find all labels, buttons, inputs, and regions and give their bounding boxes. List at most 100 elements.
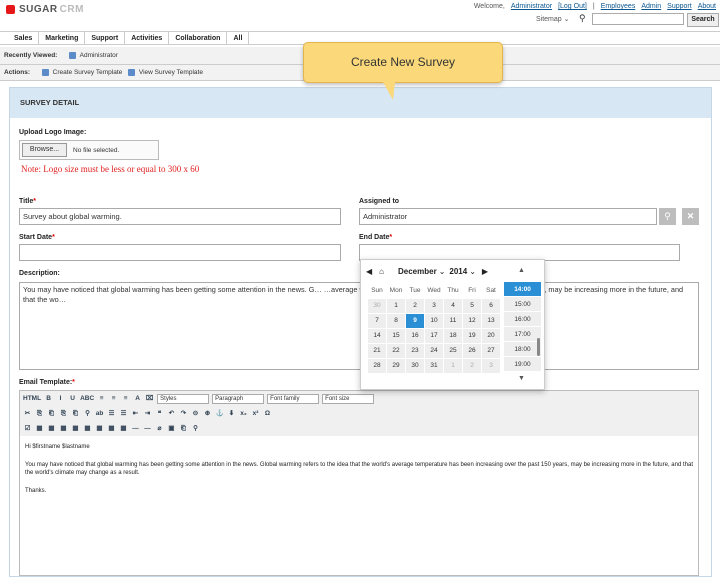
assigned-to-input[interactable]: Administrator [359, 208, 657, 225]
about-link[interactable]: About [698, 3, 716, 10]
insert-row-before-button[interactable]: ▦ [59, 424, 68, 434]
delete-col-button[interactable]: ▦ [119, 424, 128, 434]
visual-aid-button[interactable]: ▣ [167, 424, 176, 434]
calendar-day[interactable]: 30 [405, 357, 425, 374]
year-select[interactable]: 2014 [449, 267, 467, 276]
strikethrough-button[interactable]: ABC [80, 394, 94, 404]
tab-sales[interactable]: Sales [0, 32, 40, 45]
create-survey-template-link[interactable]: Create Survey Template [53, 69, 123, 76]
font-size-select[interactable]: Font size [322, 393, 375, 404]
month-dropdown-icon[interactable]: ⌄ [439, 267, 446, 276]
undo-button[interactable]: ↶ [167, 409, 176, 419]
copy-button[interactable]: ⎘ [35, 409, 44, 419]
special-char-button[interactable]: Ω [263, 409, 272, 419]
time-scroll-up-icon[interactable]: ▲ [518, 267, 525, 274]
recent-item[interactable]: Administrator [80, 52, 118, 59]
align-right-button[interactable]: ≡ [121, 394, 130, 404]
delete-row-button[interactable]: ▦ [83, 424, 92, 434]
insert-row-after-button[interactable]: ▦ [71, 424, 80, 434]
calendar-day[interactable]: 1 [386, 297, 406, 314]
calendar-day[interactable]: 14 [367, 327, 387, 344]
calendar-day[interactable]: 20 [481, 327, 501, 344]
assigned-search-icon[interactable]: ⚲ [659, 208, 676, 225]
view-survey-template-link[interactable]: View Survey Template [139, 69, 203, 76]
calendar-day[interactable]: 25 [443, 342, 463, 359]
time-option[interactable]: 16:00 [504, 312, 541, 327]
browse-button[interactable]: Browse... [22, 143, 67, 157]
time-option[interactable]: 17:00 [504, 327, 541, 342]
calendar-day[interactable]: 27 [481, 342, 501, 359]
insert-col-after-button[interactable]: ▦ [107, 424, 116, 434]
calendar-day[interactable]: 2 [462, 357, 482, 374]
cell-props-button[interactable]: ▦ [47, 424, 56, 434]
tab-support[interactable]: Support [85, 32, 126, 45]
sugarcrm-logo[interactable]: SUGAR CRM [6, 4, 84, 15]
paste-word-button[interactable]: ⎗ [71, 409, 80, 419]
paste-text-button[interactable]: ⎘ [59, 409, 68, 419]
find-button[interactable]: ⚲ [83, 409, 92, 419]
styles-select[interactable]: Styles [157, 393, 210, 404]
start-date-input[interactable] [19, 244, 341, 261]
bold-button[interactable]: B [44, 394, 53, 404]
separator-button[interactable]: — [143, 424, 152, 434]
sitemap-dropdown[interactable]: Sitemap ⌄ [536, 15, 570, 23]
year-dropdown-icon[interactable]: ⌄ [469, 267, 476, 276]
cut-button[interactable]: ✂ [23, 409, 32, 419]
calendar-day[interactable]: 11 [443, 312, 463, 329]
blockquote-button[interactable]: ❝ [155, 409, 164, 419]
admin-link[interactable]: Admin [641, 3, 661, 10]
tab-all[interactable]: All [227, 32, 250, 45]
time-option[interactable]: 19:00 [504, 357, 541, 372]
time-scrollbar[interactable] [537, 338, 540, 356]
title-input[interactable]: Survey about global warming. [19, 208, 341, 225]
font-family-select[interactable]: Font family [267, 393, 320, 404]
image-button[interactable]: ⬇ [227, 409, 236, 419]
global-search-input[interactable] [592, 13, 684, 25]
horizontal-rule-button[interactable]: — [131, 424, 140, 434]
calendar-day[interactable]: 1 [443, 357, 463, 374]
time-scroll-down-icon[interactable]: ▼ [518, 375, 525, 382]
search-button[interactable]: Search [687, 13, 719, 27]
outdent-button[interactable]: ⇤ [131, 409, 140, 419]
calendar-day[interactable]: 7 [367, 312, 387, 329]
calendar-day[interactable]: 4 [443, 297, 463, 314]
unlink-button[interactable]: ⊝ [191, 409, 200, 419]
calendar-day[interactable]: 10 [424, 312, 444, 329]
calendar-day[interactable]: 12 [462, 312, 482, 329]
paste-button[interactable]: ⎗ [47, 409, 56, 419]
calendar-day[interactable]: 18 [443, 327, 463, 344]
user-link[interactable]: Administrator [511, 3, 552, 10]
superscript-button[interactable]: x² [251, 409, 260, 419]
calendar-day[interactable]: 29 [386, 357, 406, 374]
calendar-day[interactable]: 21 [367, 342, 387, 359]
support-link[interactable]: Support [667, 3, 692, 10]
clear-format-button[interactable]: ⌀ [155, 424, 164, 434]
calendar-day[interactable]: 24 [424, 342, 444, 359]
employees-link[interactable]: Employees [601, 3, 636, 10]
anchor-button[interactable]: ⚓ [215, 409, 224, 419]
bullet-list-button[interactable]: ☰ [107, 409, 116, 419]
indent-button[interactable]: ⇥ [143, 409, 152, 419]
month-select[interactable]: December [398, 267, 437, 276]
html-source-button[interactable]: HTML [23, 394, 41, 404]
number-list-button[interactable]: ☰ [119, 409, 128, 419]
calendar-day[interactable]: 23 [405, 342, 425, 359]
prev-month-icon[interactable]: ◀ [366, 267, 372, 276]
redo-button[interactable]: ↷ [179, 409, 188, 419]
calendar-day[interactable]: 13 [481, 312, 501, 329]
logout-link[interactable]: [Log Out] [558, 3, 587, 10]
preview-button[interactable]: ⚲ [191, 424, 200, 434]
next-month-icon[interactable]: ▶ [482, 267, 488, 276]
time-option[interactable]: 15:00 [504, 297, 541, 312]
paragraph-select[interactable]: Paragraph [212, 393, 265, 404]
calendar-day[interactable]: 30 [367, 297, 387, 314]
home-icon[interactable]: ⌂ [379, 267, 384, 276]
highlight-button[interactable]: ⌧ [145, 394, 154, 404]
tab-collaboration[interactable]: Collaboration [169, 32, 228, 45]
fullscreen-button[interactable]: ⎗ [179, 424, 188, 434]
description-textarea[interactable]: You may have noticed that global warming… [19, 282, 699, 370]
calendar-day[interactable]: 19 [462, 327, 482, 344]
align-center-button[interactable]: ≡ [109, 394, 118, 404]
underline-button[interactable]: U [68, 394, 77, 404]
calendar-day[interactable]: 31 [424, 357, 444, 374]
